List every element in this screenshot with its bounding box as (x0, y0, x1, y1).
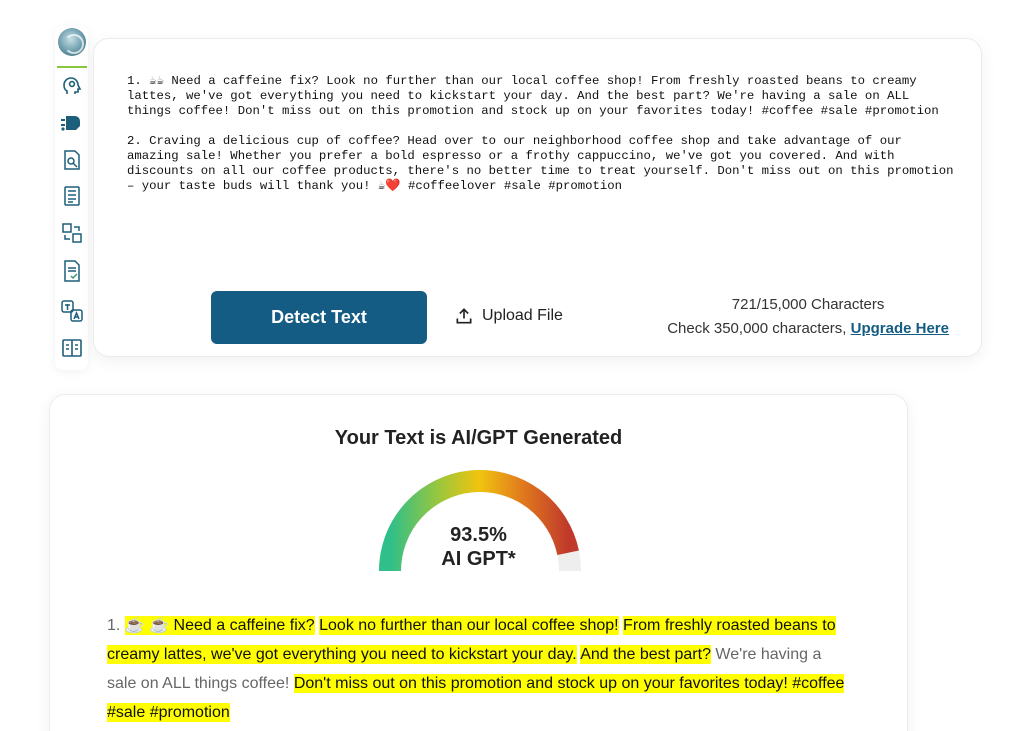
rewrite-tool-icon[interactable] (59, 220, 85, 246)
brain-logo-icon[interactable] (58, 28, 86, 56)
tool-rail (55, 26, 88, 370)
input-card: 1. ☕☕ Need a caffeine fix? Look no furth… (93, 38, 982, 357)
active-indicator (57, 66, 87, 68)
compare-icon[interactable] (59, 335, 85, 361)
gauge-label: 93.5% AI GPT* (50, 523, 907, 571)
upload-icon (456, 308, 472, 324)
document-list-icon[interactable] (59, 183, 85, 209)
ai-highlighted-sentence: Look no further than our local coffee sh… (319, 616, 619, 635)
page: 1. ☕☕ Need a caffeine fix? Look no furth… (0, 0, 1025, 731)
upload-file-label: Upload File (482, 307, 563, 324)
text-input[interactable]: 1. ☕☕ Need a caffeine fix? Look no furth… (127, 74, 957, 194)
ai-highlighted-sentence: And the best part? (580, 645, 711, 664)
document-search-icon[interactable] (59, 147, 85, 173)
detect-text-button[interactable]: Detect Text (211, 291, 427, 344)
upload-file-button[interactable]: Upload File (454, 303, 563, 329)
upgrade-link[interactable]: Upgrade Here (851, 320, 949, 337)
translate-icon[interactable] (59, 298, 85, 324)
document-check-icon[interactable] (59, 258, 85, 284)
result-title: Your Text is AI/GPT Generated (334, 427, 623, 449)
upgrade-line: Check 350,000 characters, Upgrade Here (667, 317, 949, 341)
gauge-caption: AI GPT* (441, 548, 516, 570)
upgrade-prefix: Check 350,000 characters, (667, 320, 851, 337)
analyzed-prefix: 1. (107, 617, 125, 634)
ai-chip-icon[interactable] (59, 110, 85, 136)
ai-highlighted-sentence: ☕ ☕ Need a caffeine fix? (124, 616, 315, 635)
character-info: 721/15,000 Characters Check 350,000 char… (667, 293, 949, 341)
analyzed-text: 1. ☕ ☕ Need a caffeine fix? Look no furt… (107, 611, 847, 727)
ai-head-icon[interactable] (59, 73, 85, 99)
gauge-percent: 93.5% (450, 524, 507, 546)
analyzed-segments: ☕ ☕ Need a caffeine fix? Look no further… (107, 616, 845, 722)
character-count: 721/15,000 Characters (731, 296, 885, 313)
result-card: Your Text is AI/GPT Generated 93.5% AI G… (49, 394, 908, 731)
